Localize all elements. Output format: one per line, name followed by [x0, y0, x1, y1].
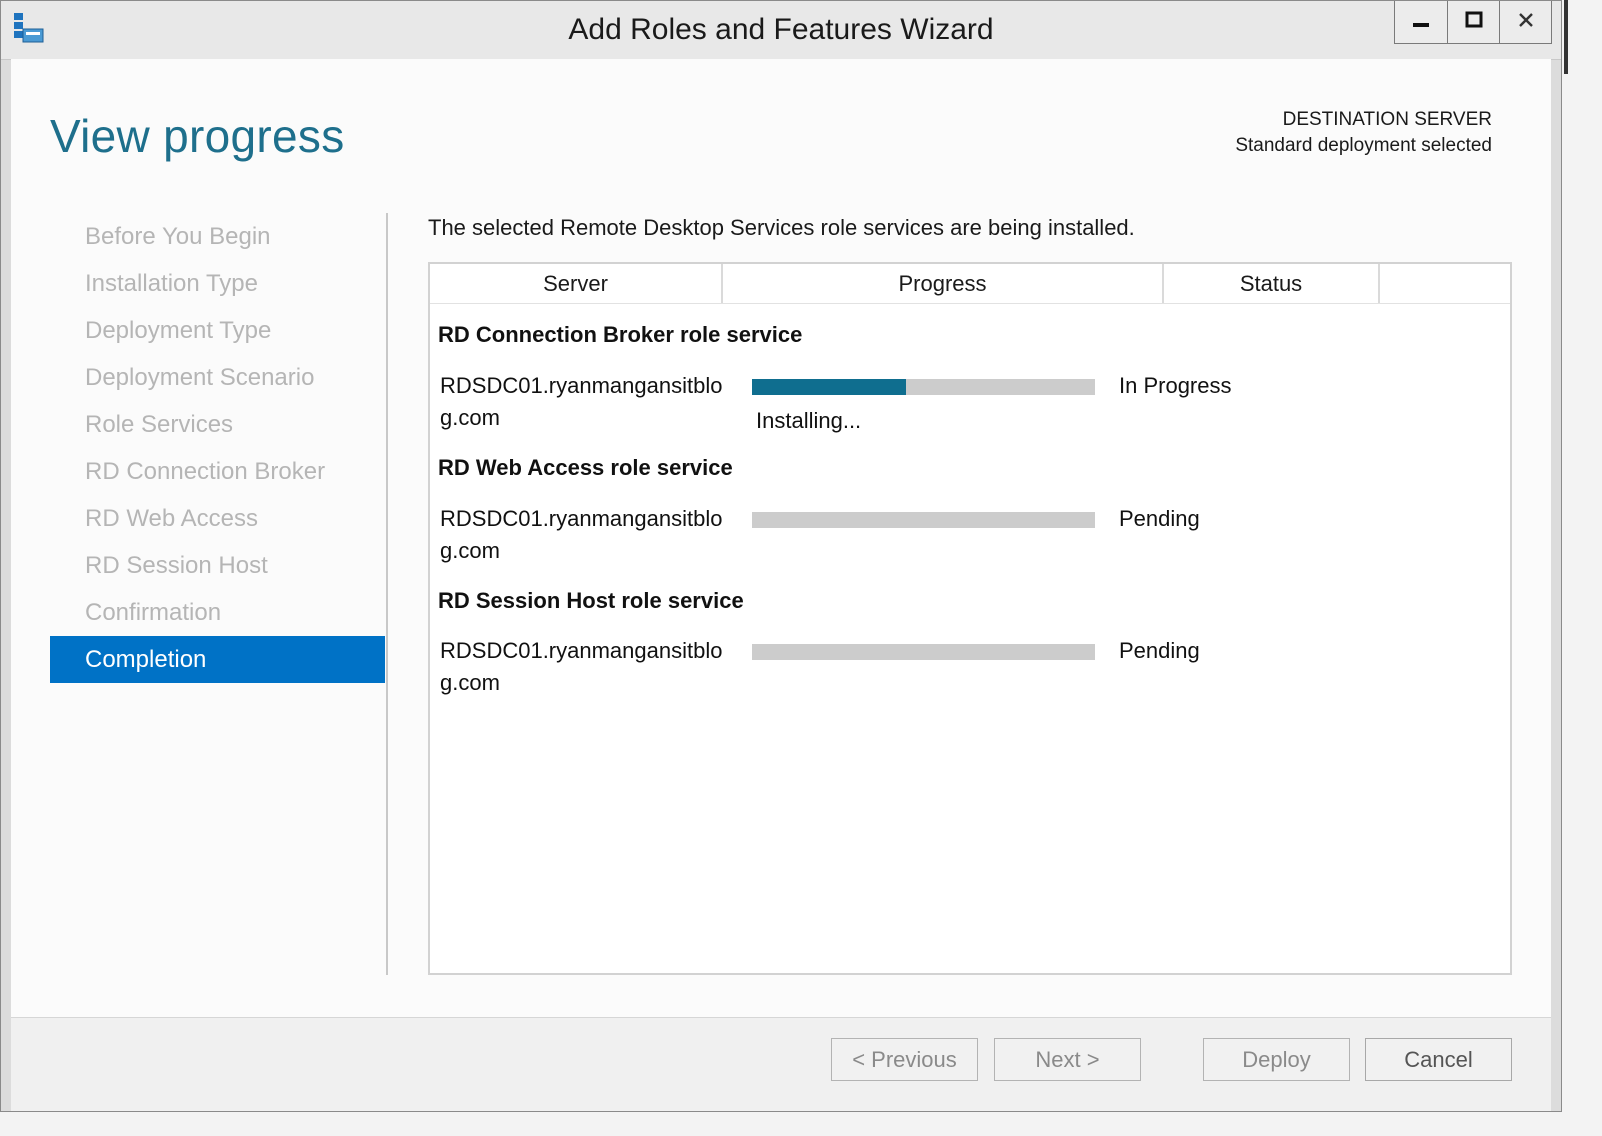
column-header-server[interactable]: Server	[430, 264, 723, 303]
window-title: Add Roles and Features Wizard	[568, 13, 994, 46]
background-window-edge	[1562, 0, 1602, 1136]
nav-item-rd-web-access[interactable]: RD Web Access	[50, 495, 385, 542]
status-text: Pending	[1119, 638, 1200, 663]
destination-server-label: DESTINATION SERVER	[1282, 109, 1492, 130]
column-header-status[interactable]: Status	[1164, 264, 1380, 303]
group-title-rd-session-host: RD Session Host role service	[438, 588, 744, 613]
nav-item-completion[interactable]: Completion	[50, 636, 385, 683]
server-name: RDSDC01.ryanmangansitblog.com	[440, 638, 723, 695]
wizard-window: Add Roles and Features Wizard View progr…	[0, 0, 1562, 1112]
progress-bar	[752, 512, 1095, 528]
wizard-content: View progress DESTINATION SERVER Standar…	[11, 59, 1551, 1017]
nav-item-rd-connection-broker[interactable]: RD Connection Broker	[50, 448, 385, 495]
window-controls	[1394, 1, 1552, 44]
status-text: In Progress	[1119, 373, 1232, 398]
nav-item-deployment-scenario[interactable]: Deployment Scenario	[50, 354, 385, 401]
group-title-rd-connection-broker: RD Connection Broker role service	[438, 322, 803, 347]
wizard-nav: Before You Begin Installation Type Deplo…	[50, 213, 385, 683]
deploy-button[interactable]: Deploy	[1203, 1038, 1350, 1081]
intro-text: The selected Remote Desktop Services rol…	[428, 215, 1135, 240]
next-button[interactable]: Next >	[994, 1038, 1141, 1081]
wizard-footer: < Previous Next > Deploy Cancel	[11, 1017, 1551, 1111]
nav-item-confirmation[interactable]: Confirmation	[50, 589, 385, 636]
progress-bar	[752, 379, 1095, 395]
column-header-progress[interactable]: Progress	[723, 264, 1164, 303]
minimize-button[interactable]	[1395, 1, 1447, 43]
nav-item-rd-session-host[interactable]: RD Session Host	[50, 542, 385, 589]
server-name: RDSDC01.ryanmangansitblog.com	[440, 506, 723, 563]
nav-item-role-services[interactable]: Role Services	[50, 401, 385, 448]
progress-bar-fill	[752, 379, 907, 395]
cancel-button[interactable]: Cancel	[1365, 1038, 1512, 1081]
nav-item-installation-type[interactable]: Installation Type	[50, 260, 385, 307]
destination-server-value: Standard deployment selected	[1235, 135, 1492, 156]
minimize-icon	[1412, 11, 1430, 34]
title-bar: Add Roles and Features Wizard	[1, 1, 1561, 60]
page-title: View progress	[50, 110, 345, 162]
nav-divider	[386, 213, 388, 975]
close-button[interactable]	[1499, 1, 1551, 43]
table-header: Server Progress Status	[430, 264, 1510, 304]
status-text: Pending	[1119, 506, 1200, 531]
progress-substatus: Installing...	[756, 408, 862, 433]
maximize-button[interactable]	[1447, 1, 1499, 43]
close-icon	[1517, 11, 1535, 34]
progress-bar	[752, 644, 1095, 660]
background-strip	[0, 1112, 1562, 1136]
column-header-blank[interactable]	[1380, 264, 1510, 303]
background-scrollbar	[1564, 0, 1568, 74]
previous-button[interactable]: < Previous	[831, 1038, 978, 1081]
group-title-rd-web-access: RD Web Access role service	[438, 455, 733, 480]
server-name: RDSDC01.ryanmangansitblog.com	[440, 373, 723, 430]
maximize-icon	[1465, 11, 1483, 34]
nav-item-before-you-begin[interactable]: Before You Begin	[50, 213, 385, 260]
nav-item-deployment-type[interactable]: Deployment Type	[50, 307, 385, 354]
progress-table: Server Progress Status RD Connection Bro…	[428, 262, 1512, 975]
